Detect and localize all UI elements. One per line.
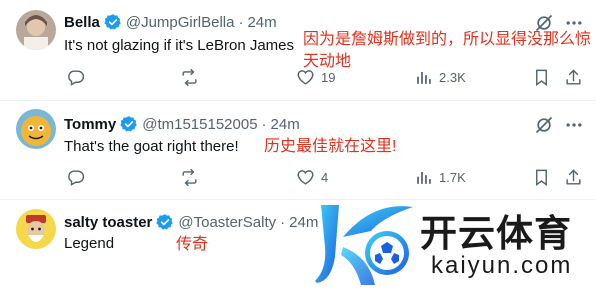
translation-annotation: 历史最佳就在这里! xyxy=(264,138,397,155)
author-handle[interactable]: @JumpGirlBella xyxy=(126,14,235,31)
views-count: 1.7K xyxy=(439,170,466,185)
reply-button[interactable] xyxy=(66,168,91,187)
verified-badge-icon xyxy=(120,115,138,133)
verified-badge-icon xyxy=(156,213,174,231)
heart-icon xyxy=(297,70,314,85)
watermark-brand-chinese: 开云体育 xyxy=(420,213,572,254)
like-button[interactable]: 19 xyxy=(296,68,335,87)
reply-icon xyxy=(68,170,85,186)
views-icon xyxy=(417,171,431,184)
timestamp[interactable]: 24m xyxy=(271,116,300,133)
bookmark-icon xyxy=(536,169,547,187)
reply-button[interactable] xyxy=(66,68,91,87)
bookmark-button[interactable] xyxy=(532,68,551,87)
repost-icon xyxy=(182,168,197,187)
avatar[interactable] xyxy=(16,209,56,249)
grok-icon[interactable] xyxy=(534,115,554,135)
more-options-icon[interactable] xyxy=(564,115,584,135)
repost-button[interactable] xyxy=(180,68,205,87)
translation-annotation: 因为是詹姆斯做到的，所以显得没那么惊天动地 xyxy=(303,31,592,70)
share-icon xyxy=(566,169,581,185)
avatar[interactable] xyxy=(16,10,56,50)
author-name[interactable]: Bella xyxy=(64,14,100,31)
translation-annotation: 传奇 xyxy=(176,236,209,253)
tweet[interactable]: Bella @JumpGirlBella · 24m It's not glaz… xyxy=(0,0,596,101)
views-button[interactable]: 1.7K xyxy=(414,168,466,187)
like-button[interactable]: 4 xyxy=(296,168,328,187)
author-name[interactable]: salty toaster xyxy=(64,214,152,231)
timestamp[interactable]: 24m xyxy=(247,14,276,31)
action-bar: 19 2.3K xyxy=(58,68,588,88)
share-button[interactable] xyxy=(564,68,583,87)
tweet-text: It's not glazing if it's LeBron James xyxy=(64,37,295,54)
views-button[interactable]: 2.3K xyxy=(414,68,466,87)
tweet-text: Legend xyxy=(64,235,115,252)
separator-dot: · xyxy=(238,13,244,31)
tweet-text: That's the goat right there! xyxy=(64,138,239,155)
repost-button[interactable] xyxy=(180,168,205,187)
author-name[interactable]: Tommy xyxy=(64,116,116,133)
bookmark-icon xyxy=(536,69,547,87)
views-count: 2.3K xyxy=(439,70,466,85)
views-icon xyxy=(417,71,431,84)
share-icon xyxy=(566,69,581,85)
separator-dot: · xyxy=(280,213,286,231)
kaiyun-logo-icon xyxy=(313,197,417,289)
author-handle[interactable]: @tm1515152005 xyxy=(142,116,257,133)
like-count: 4 xyxy=(321,170,329,185)
watermark-brand-domain: kaiyun.com xyxy=(431,252,573,279)
bookmark-button[interactable] xyxy=(532,168,551,187)
separator-dot: · xyxy=(261,115,267,133)
reply-icon xyxy=(68,70,85,86)
action-bar: 4 1.7K xyxy=(58,168,588,188)
heart-icon xyxy=(297,170,314,185)
author-handle[interactable]: @ToasterSalty xyxy=(178,214,276,231)
tweet[interactable]: Tommy @tm1515152005 · 24m That's the goa… xyxy=(0,101,596,200)
avatar[interactable] xyxy=(16,109,56,149)
repost-icon xyxy=(182,68,197,87)
verified-badge-icon xyxy=(104,13,122,31)
share-button[interactable] xyxy=(564,168,583,187)
like-count: 19 xyxy=(321,70,336,85)
